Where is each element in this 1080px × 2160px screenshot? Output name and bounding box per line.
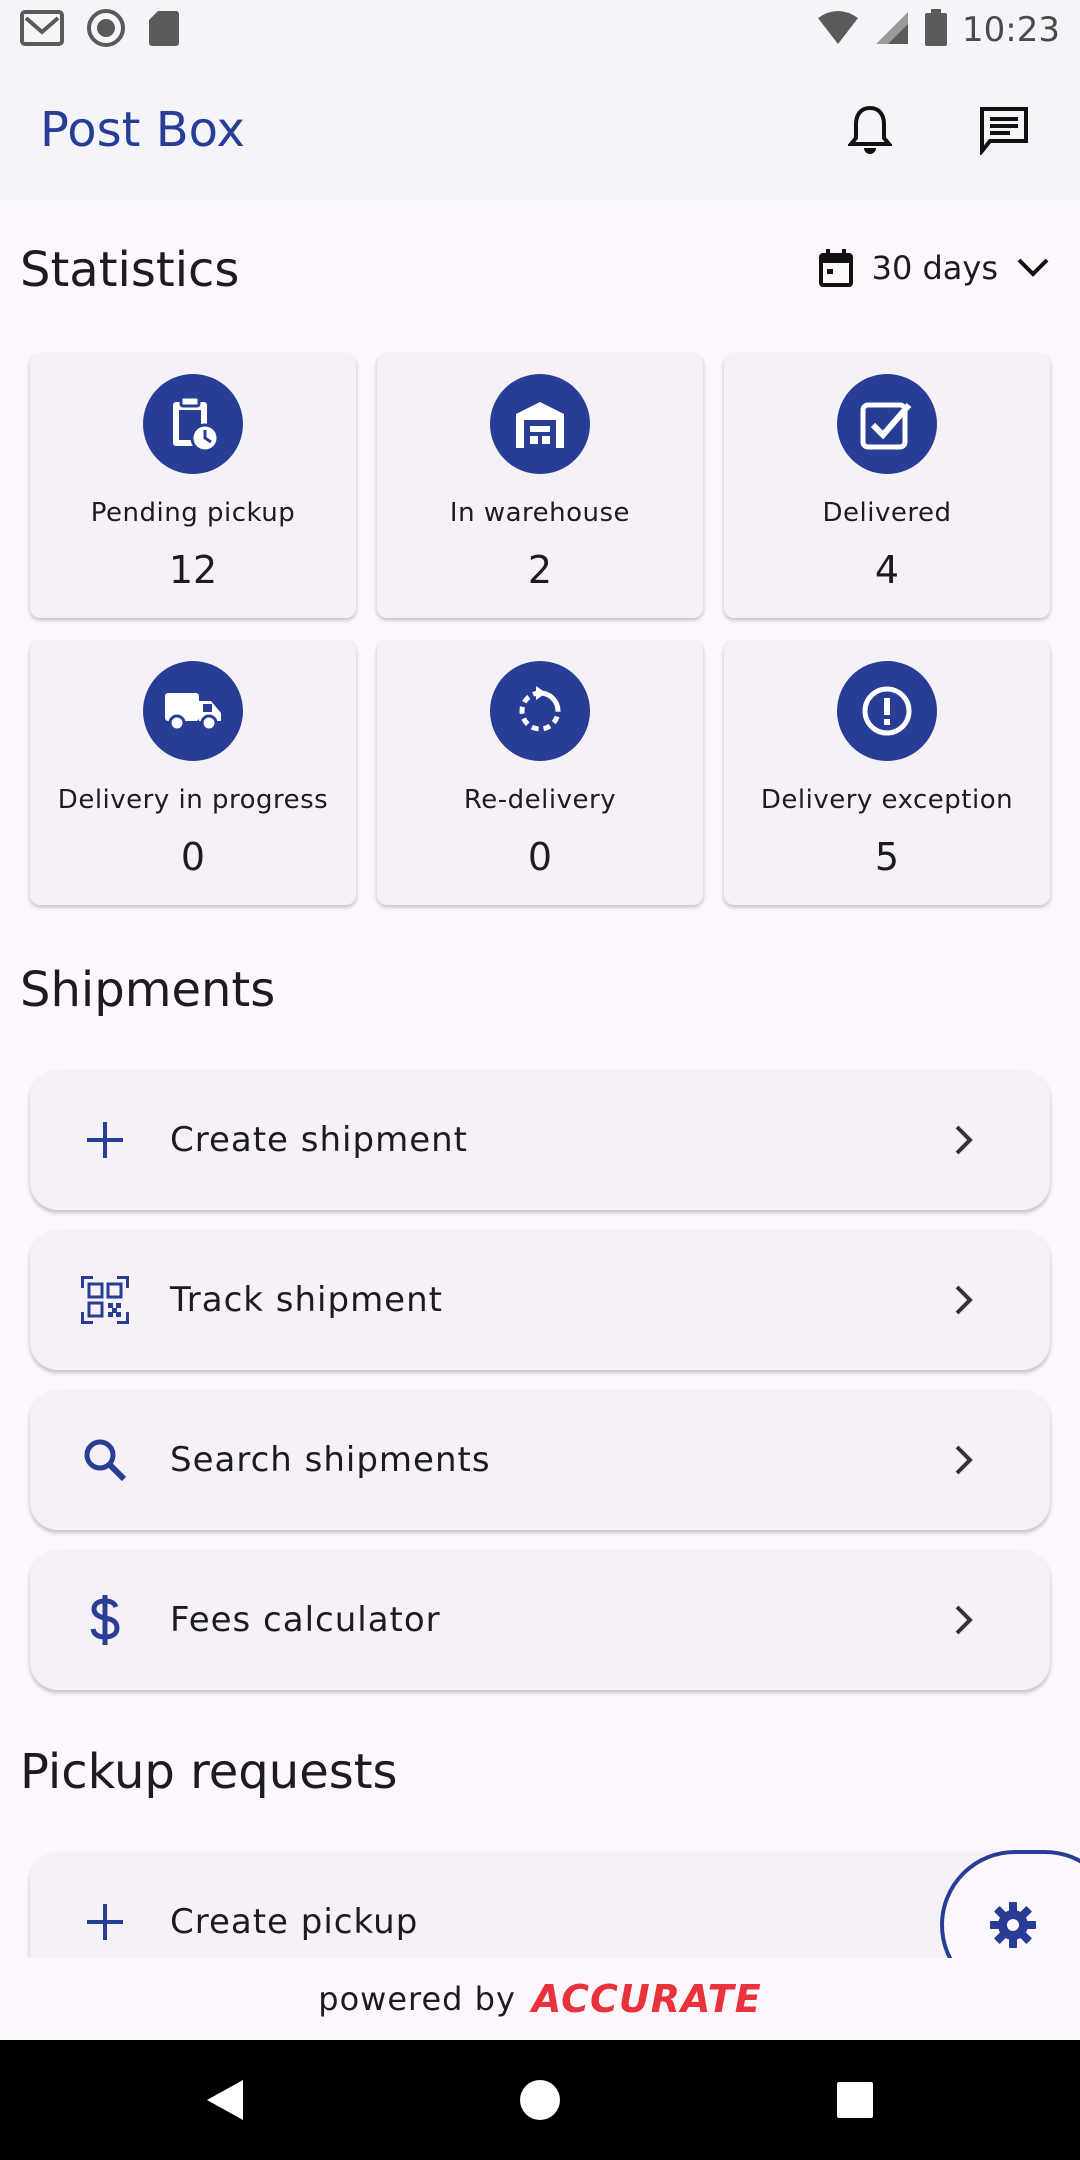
chat-icon — [980, 107, 1028, 155]
calendar-icon — [818, 249, 853, 287]
back-icon — [207, 2080, 243, 2120]
gmail-icon — [20, 10, 64, 50]
row-label: Search shipments — [170, 1440, 491, 1480]
stat-card-delivered[interactable]: Delivered 4 — [724, 354, 1050, 618]
stat-value: 5 — [874, 835, 900, 879]
stat-label: Delivered — [822, 498, 952, 528]
stat-card-pending-pickup[interactable]: Pending pickup 12 — [30, 354, 356, 618]
recents-icon — [837, 2082, 873, 2118]
stat-label: Re-delivery — [463, 785, 617, 815]
row-label: Create pickup — [170, 1902, 419, 1942]
home-icon — [520, 2080, 560, 2120]
app-bar: Post Box — [0, 60, 1080, 200]
stat-label: In warehouse — [449, 498, 631, 528]
stat-card-delivery-in-progress[interactable]: Delivery in progress 0 — [30, 641, 356, 905]
status-time: 10:23 — [962, 10, 1060, 50]
chevron-right-icon — [954, 1444, 974, 1476]
qr-code-icon — [70, 1274, 140, 1326]
app-title: Post Box — [40, 102, 245, 158]
stat-card-delivery-exception[interactable]: Delivery exception 5 — [724, 641, 1050, 905]
signal-icon — [874, 10, 910, 50]
row-label: Create shipment — [170, 1120, 468, 1160]
stat-label: Delivery exception — [760, 785, 1014, 815]
exclamation-icon — [837, 661, 937, 761]
messages-button[interactable] — [974, 100, 1034, 160]
truck-icon — [143, 661, 243, 761]
chevron-right-icon — [954, 1284, 974, 1316]
stat-label: Pending pickup — [90, 498, 296, 528]
home-button[interactable] — [480, 2040, 600, 2160]
dollar-icon — [70, 1593, 140, 1647]
record-icon — [86, 8, 126, 52]
stat-value: 0 — [527, 835, 553, 879]
search-shipments-button[interactable]: Search shipments — [30, 1390, 1050, 1530]
powered-by-text: powered by — [318, 1980, 516, 2018]
wifi-icon — [816, 10, 860, 50]
footer: powered by ACCURATE — [0, 1958, 1080, 2040]
stat-card-in-warehouse[interactable]: In warehouse 2 — [377, 354, 703, 618]
warehouse-icon — [490, 374, 590, 474]
bell-icon — [848, 105, 892, 154]
stat-value: 0 — [180, 835, 206, 879]
refresh-icon — [490, 661, 590, 761]
shipments-title: Shipments — [20, 962, 276, 1018]
search-icon — [70, 1437, 140, 1483]
stat-value: 2 — [527, 548, 553, 592]
chevron-right-icon — [954, 1604, 974, 1636]
track-shipment-button[interactable]: Track shipment — [30, 1230, 1050, 1370]
range-picker[interactable]: 30 days — [818, 248, 1050, 288]
sd-card-icon — [148, 9, 180, 51]
plus-icon — [70, 1120, 140, 1160]
status-bar: 10:23 — [0, 0, 1080, 60]
stat-value: 4 — [874, 548, 900, 592]
chevron-down-icon — [1017, 258, 1049, 277]
range-label: 30 days — [871, 249, 998, 287]
row-label: Fees calculator — [170, 1600, 441, 1640]
checkbox-icon — [837, 374, 937, 474]
chevron-right-icon — [954, 1124, 974, 1156]
clipboard-clock-icon — [143, 374, 243, 474]
create-shipment-button[interactable]: Create shipment — [30, 1070, 1050, 1210]
stat-card-re-delivery[interactable]: Re-delivery 0 — [377, 641, 703, 905]
fees-calculator-button[interactable]: Fees calculator — [30, 1550, 1050, 1690]
navigation-bar — [0, 2040, 1080, 2160]
back-button[interactable] — [165, 2040, 285, 2160]
notifications-button[interactable] — [840, 100, 900, 160]
gear-icon — [990, 1902, 1036, 1948]
battery-icon — [924, 9, 948, 51]
statistics-title: Statistics — [20, 242, 240, 298]
pickup-requests-title: Pickup requests — [20, 1744, 398, 1800]
stat-label: Delivery in progress — [57, 785, 329, 815]
stat-value: 12 — [168, 548, 218, 592]
recents-button[interactable] — [795, 2040, 915, 2160]
row-label: Track shipment — [170, 1280, 443, 1320]
brand-logo: ACCURATE — [531, 1977, 762, 2021]
plus-icon — [70, 1902, 140, 1942]
